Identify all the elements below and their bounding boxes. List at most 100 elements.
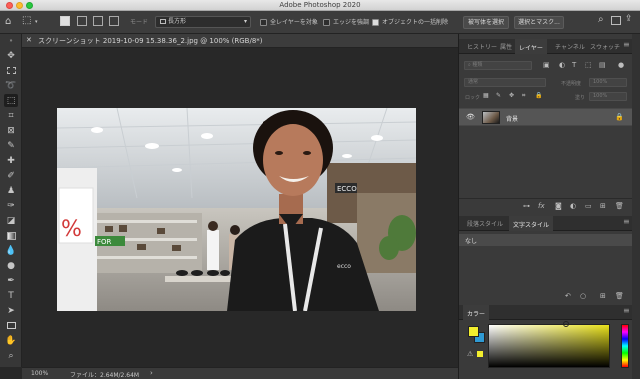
brush-tool-icon[interactable]: ✐ [4,169,18,182]
object-subtract-checkbox[interactable]: オブジェクトの一括削除 [372,17,448,28]
filter-toggle-icon[interactable]: ● [618,61,624,69]
all-layers-label: 全レイヤーを対象 [270,19,318,26]
panel-menu-icon[interactable]: ≡ [623,217,630,226]
layer-style-icon[interactable]: fx [538,202,545,210]
tab-channels[interactable]: チャンネル [555,42,585,51]
panel-menu-icon[interactable]: ≡ [623,40,630,49]
tab-character-styles[interactable]: 文字スタイル [509,216,554,231]
filter-adjustment-icon[interactable]: ◐ [559,61,565,69]
tab-history[interactable]: ヒストリー [467,42,497,51]
move-tool-icon[interactable]: ✥ [4,49,18,62]
style-footer: ↶ ○ ⊞ 🗑 [459,289,633,303]
web-safe-swatch[interactable] [477,351,483,357]
chevron-right-icon[interactable]: › [150,369,153,377]
lock-artboard-icon[interactable]: ⌗ [522,92,525,100]
delete-style-icon[interactable]: 🗑 [615,292,624,300]
filter-smartobject-icon[interactable]: ▤ [599,61,606,69]
new-layer-icon[interactable]: ⊞ [600,202,606,210]
enhance-edge-label: エッジを強調 [333,19,370,26]
tab-properties[interactable]: 属性 [500,42,512,51]
path-selection-tool-icon[interactable]: ➤ [4,304,18,317]
mode-select[interactable]: 長方形 ▾ [155,16,251,28]
rectangle-tool-icon[interactable] [4,319,18,332]
healing-brush-tool-icon[interactable]: ✚ [4,154,18,167]
hue-slider[interactable] [621,324,629,368]
pen-tool-icon[interactable]: ✒ [4,274,18,287]
close-document-icon[interactable]: ✕ [26,36,32,44]
crop-tool-icon[interactable]: ⌗ [4,109,18,122]
color-panel-tabs: カラー ≡ [459,305,633,320]
filter-shape-icon[interactable]: ⬚ [585,61,592,69]
zoom-tool-icon[interactable]: ⌕ [4,349,18,362]
add-to-selection-icon[interactable] [77,16,87,26]
add-mask-icon[interactable]: ◙ [555,202,562,210]
select-subject-button[interactable]: 被写体を選択 [463,16,509,29]
hand-tool-icon[interactable]: ✋ [4,334,18,347]
redefine-style-icon[interactable]: ○ [580,292,586,300]
tab-color[interactable]: カラー [463,305,490,320]
panel-menu-icon[interactable]: ≡ [623,306,630,315]
intersect-selection-icon[interactable] [109,16,119,26]
blur-tool-icon[interactable]: 💧 [4,244,18,257]
layer-row-background[interactable]: 👁 背景 🔒 [459,108,633,126]
lock-all-icon[interactable]: 🔒 [535,92,542,99]
file-info: ファイル：2.64M/2.64M [70,372,140,379]
tab-swatches[interactable]: スウォッチ [590,42,620,51]
lock-transparency-icon[interactable]: ▦ [483,92,489,99]
visibility-eye-icon[interactable]: 👁 [466,113,475,121]
filter-type-icon[interactable]: T [572,61,576,69]
lock-image-icon[interactable]: ✎ [496,92,501,99]
eraser-tool-icon[interactable]: ◪ [4,214,18,227]
tab-layers[interactable]: レイヤー [515,39,547,54]
document-tab[interactable]: ✕ スクリーンショット 2019-10-09 15.38.36_2.jpg @ … [22,34,458,48]
document-image[interactable]: ECCO % FOR ecco [57,108,416,311]
style-list-item[interactable]: なし [459,234,633,246]
layer-thumbnail [482,111,500,124]
clear-override-icon[interactable]: ↶ [565,292,571,300]
select-and-mask-button[interactable]: 選択とマスク... [514,16,564,29]
lasso-tool-icon[interactable]: ➰ [4,79,18,92]
shop-sign-text: ECCO [337,185,357,193]
home-icon[interactable]: ⌂ [5,16,11,27]
color-picker-handle[interactable] [563,321,569,327]
filter-kind-select[interactable]: ⌕ 種類 [464,61,532,70]
lock-position-icon[interactable]: ✥ [509,92,514,99]
all-layers-checkbox[interactable]: 全レイヤーを対象 [260,17,318,28]
opacity-field[interactable]: 100% [589,78,627,87]
filter-pixel-icon[interactable]: ▣ [543,61,550,69]
link-layers-icon[interactable]: ⊶ [523,202,530,210]
blend-mode-select[interactable]: 通常 [464,78,546,87]
collapse-toolbar-icon[interactable]: » [4,38,18,44]
search-icon[interactable]: ⌕ [598,14,604,25]
foreground-color-swatch[interactable] [468,326,479,337]
delete-layer-icon[interactable]: 🗑 [615,202,624,210]
lock-label: ロック [465,95,481,101]
share-icon[interactable]: ⇪ [625,14,633,25]
enhance-edge-checkbox[interactable]: エッジを強調 [323,17,369,28]
right-panels: ヒストリー 属性 レイヤー チャンネル スウォッチ ≡ ⌕ 種類 ▣ ◐ T ⬚… [458,34,640,379]
subtract-selection-icon[interactable] [93,16,103,26]
object-selection-tool-icon[interactable]: ⬚ [4,94,18,107]
type-tool-icon[interactable]: T [4,289,18,302]
tab-paragraph-styles[interactable]: 段落スタイル [467,219,503,228]
dodge-tool-icon[interactable]: ● [4,259,18,272]
clone-stamp-tool-icon[interactable]: ♟ [4,184,18,197]
workspace-icon[interactable] [611,16,621,25]
new-style-icon[interactable]: ⊞ [600,292,606,300]
chevron-down-icon[interactable]: ▾ [35,17,38,28]
new-selection-icon[interactable] [60,16,70,26]
color-field[interactable] [488,324,610,368]
history-brush-tool-icon[interactable]: ✑ [4,199,18,212]
layers-panel-tabs: ヒストリー 属性 レイヤー チャンネル スウォッチ ≡ [459,39,633,54]
chevron-down-icon: ▾ [243,18,247,25]
layer-name[interactable]: 背景 [506,114,518,123]
adjustment-layer-icon[interactable]: ◐ [570,202,576,210]
eyedropper-tool-icon[interactable]: ✎ [4,139,18,152]
new-group-icon[interactable]: ▭ [585,202,592,210]
zoom-level[interactable]: 100% [31,370,48,377]
object-selection-tool-icon[interactable]: ⬚ [22,15,31,26]
frame-tool-icon[interactable]: ⊠ [4,124,18,137]
fill-field[interactable]: 100% [589,92,627,101]
gradient-tool-icon[interactable] [4,229,18,242]
marquee-tool-icon[interactable] [4,64,18,77]
